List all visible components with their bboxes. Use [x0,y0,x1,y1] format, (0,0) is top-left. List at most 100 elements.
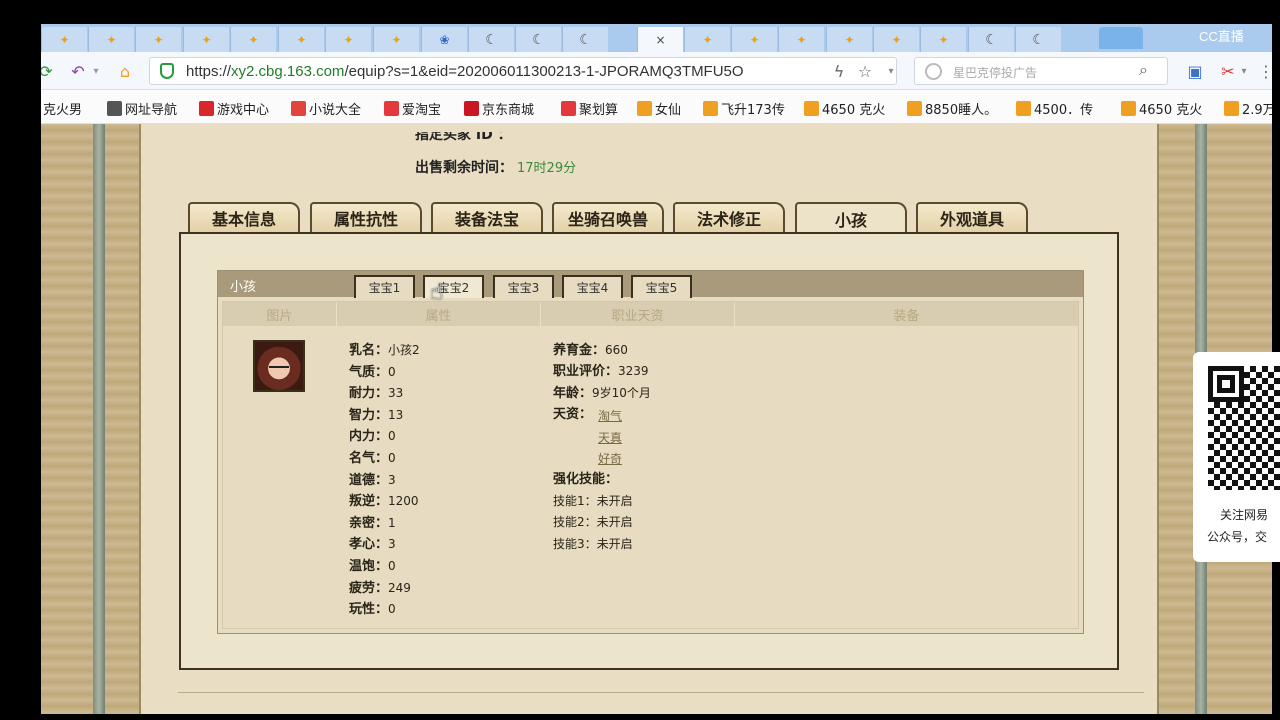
browser-tab[interactable]: ✦ [731,27,777,52]
browser-tab[interactable]: ✦ [920,27,966,52]
qr-promo-card[interactable]: 关注网易 公众号，交 [1193,352,1280,562]
star-bookmark-icon[interactable]: ☆ [854,60,876,82]
browser-tab[interactable]: × [637,27,683,52]
browser-tab[interactable]: ✦ [684,27,730,52]
browser-tab[interactable]: ✦ [826,27,872,52]
browser-tab[interactable]: ✦ [230,27,276,52]
moon-icon: ☾ [579,31,592,48]
child-sub-tab[interactable]: 宝宝1 [354,275,415,298]
attribute-field: 名气：0 [349,450,396,466]
browser-tab[interactable]: ✦ [41,27,87,52]
attribute-field: 疲劳：249 [349,580,411,596]
secure-shield-icon [160,63,174,79]
bookmark-item[interactable]: 京东商城 [464,99,534,118]
main-tab[interactable]: 装备法宝 [431,202,543,232]
bookmark-item[interactable]: 飞升173传 [703,99,785,118]
bookmark-item[interactable]: 女仙 [637,99,681,118]
browser-window: ✦ ✦ ✦ ✦ ✦ ✦ ✦ ✦ ❀ ☾ ☾ ☾ × ✦ ✦ ✦ ✦ ✦ ✦ ☾ ☾ CC直播 ⟳ ↶ ▾ ⌂ https:… [41,24,1272,714]
bookmark-item[interactable]: 4650 克火 [804,99,886,118]
url-host: xy2.cbg.163.com [231,63,345,80]
new-tab-button[interactable] [1099,27,1143,49]
bookmark-item[interactable]: 网址导航 [107,99,177,118]
home-icon[interactable]: ⌂ [113,60,137,82]
child-sub-tab[interactable]: 宝宝3 [493,275,554,298]
address-dropdown-icon[interactable]: ▾ [884,60,898,82]
browser-tab[interactable]: ☾ [515,27,561,52]
field-value: 0 [388,602,396,617]
undo-dropdown-icon[interactable]: ▾ [91,60,101,82]
browser-tab[interactable]: ☾ [1015,27,1061,52]
field-value: 0 [388,559,396,573]
field-value: 249 [388,580,411,595]
talent-link[interactable]: 好奇 [598,450,622,467]
close-icon[interactable]: × [654,33,668,47]
bookmark-item[interactable]: 4500．传 [1016,99,1093,118]
browser-tab[interactable]: ✦ [873,27,919,52]
more-icon[interactable]: ⋮ [1258,60,1272,82]
star-icon: ✦ [749,32,760,47]
browser-tab[interactable]: ☾ [562,27,608,52]
attribute-field: 亲密：1 [349,515,396,531]
address-field[interactable]: https://xy2.cbg.163.com/equip?s=1&eid=20… [149,57,897,85]
bookmark-icon [561,100,576,116]
main-tab[interactable]: 属性抗性 [310,202,422,232]
reload-icon[interactable]: ⟳ [41,60,55,82]
browser-tab[interactable]: ✦ [135,27,181,52]
divider [178,692,1144,693]
bookmark-item[interactable]: 4650 克火 [1121,99,1202,118]
bookmark-item[interactable]: 游戏中心 [199,99,269,118]
url-path: /equip?s=1&eid=202006011300213-1-JPORAMQ… [344,63,744,80]
bookmark-item[interactable]: 2.9万 [1224,99,1272,118]
extension-icon[interactable]: ▣ [1184,60,1206,82]
child-sub-tab[interactable]: 宝宝5 [631,275,692,298]
header-career-talent: 职业天资 [541,302,735,326]
main-tab[interactable]: 法术修正 [673,202,785,232]
browser-tab[interactable]: ❀ [421,27,467,52]
star-icon: ✦ [296,32,307,47]
browser-tab[interactable]: ☾ [468,27,514,52]
child-avatar [253,340,305,392]
browser-tab[interactable]: ✦ [373,27,419,52]
field-key: 智力： [349,407,389,423]
hand-cursor-icon: ☝ [430,280,444,305]
bookmark-item[interactable]: 爱淘宝 [384,99,441,118]
field-value: 9岁10个月 [592,386,651,400]
bookmark-icon [907,100,922,116]
browser-tab[interactable]: ☾ [968,27,1014,52]
browser-tab[interactable]: ✦ [325,27,371,52]
field-key: 内力： [349,429,389,445]
child-sub-tab[interactable]: 宝宝4 [562,275,623,298]
undo-icon[interactable]: ↶ [65,60,91,82]
main-tab[interactable]: 小孩 [795,202,907,234]
field-value: 3239 [618,364,649,378]
lightning-icon[interactable]: ϟ [829,60,849,82]
moon-icon: ☾ [985,31,998,48]
browser-tab[interactable]: ✦ [278,27,324,52]
search-icon[interactable]: ⌕ [1139,60,1148,80]
attribute-field: 道德：3 [349,472,396,488]
bookmark-icon [107,100,122,116]
star-icon: ✦ [796,32,807,47]
talent-link[interactable]: 天真 [598,429,622,446]
tools-dropdown-icon[interactable]: ▾ [1239,60,1249,82]
main-tab[interactable]: 坐骑召唤兽 [552,202,664,232]
main-tab[interactable]: 外观道具 [916,202,1028,232]
tools-icon[interactable]: ✂ [1217,60,1239,82]
star-icon: ✦ [391,32,402,47]
browser-tab[interactable]: ✦ [88,27,134,52]
browser-tab[interactable]: ✦ [183,27,229,52]
enhanced-skills-title: 强化技能： [553,471,618,487]
bookmark-item[interactable]: 克火男 [43,99,82,118]
bookmark-label: 4650 克火 [822,102,886,118]
main-tab[interactable]: 基本信息 [188,202,300,232]
child-detail-table: 图片 属性 职业天资 装备 乳名：小孩2 气质：0 耐力：33 智力：13 内力：0 名气… [222,301,1079,629]
bookmark-item[interactable]: 小说大全 [291,99,361,118]
bookmark-item[interactable]: 聚划算 [561,99,618,118]
star-icon: ✦ [201,32,212,47]
star-icon: ✦ [891,32,902,47]
search-field[interactable]: 星巴克停投广告 ⌕ [914,57,1168,85]
bookmark-item[interactable]: 8850睡人。 [907,99,997,118]
field-key: 温饱： [349,559,389,574]
talent-link[interactable]: 淘气 [598,407,622,424]
browser-tab[interactable]: ✦ [778,27,824,52]
